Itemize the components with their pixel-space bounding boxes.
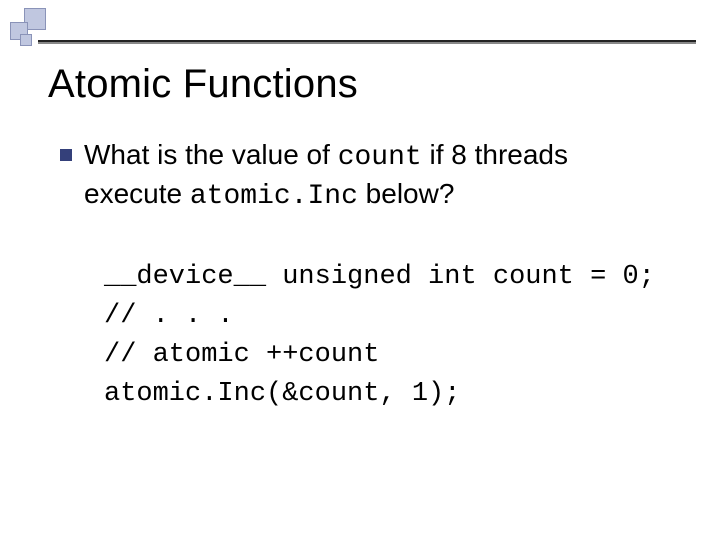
slide-title: Atomic Functions (48, 62, 672, 107)
code-block: __device__ unsigned int count = 0; // . … (104, 258, 672, 415)
bullet-text: What is the value of count if 8 threads … (84, 137, 672, 216)
slide: Atomic Functions What is the value of co… (0, 0, 720, 540)
bullet-icon (60, 149, 72, 161)
slide-body: What is the value of count if 8 threads … (48, 137, 672, 414)
bullet-item: What is the value of count if 8 threads … (60, 137, 672, 216)
code-line: // . . . (104, 301, 234, 331)
inline-code: atomic.Inc (190, 181, 358, 212)
inline-code: count (338, 142, 422, 173)
code-line: __device__ unsigned int count = 0; (104, 262, 655, 292)
code-line: // atomic ++count (104, 340, 379, 370)
text-fragment: below? (358, 178, 455, 209)
code-line: atomic.Inc(&count, 1); (104, 379, 460, 409)
text-fragment: What is the value of (84, 139, 338, 170)
